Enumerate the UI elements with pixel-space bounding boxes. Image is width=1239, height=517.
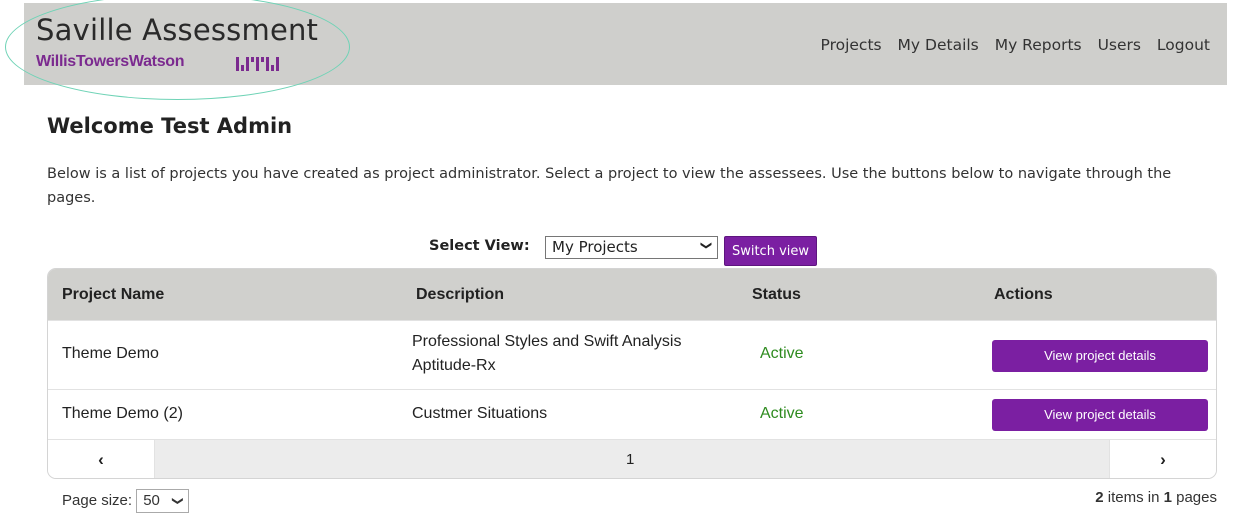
view-label: Select View: [429, 238, 530, 254]
nav-logout[interactable]: Logout [1157, 36, 1210, 54]
table-row[interactable]: Theme Demo (2) Custmer Situations Active… [48, 389, 1216, 440]
next-page-button[interactable]: › [1109, 440, 1216, 478]
nav-my-details[interactable]: My Details [898, 36, 979, 54]
items-count: 2 [1095, 489, 1104, 506]
project-description: Professional Styles and Swift Analysis [412, 333, 682, 350]
items-info-text: items in [1103, 489, 1164, 506]
page-number[interactable]: 1 [626, 451, 634, 468]
page-size-select[interactable]: 50 ❯ [136, 489, 190, 513]
project-name: Theme Demo [62, 345, 159, 362]
intro-text: Below is a list of projects you have cre… [47, 166, 1172, 206]
status-badge: Active [760, 405, 804, 422]
prev-page-button[interactable]: ‹ [48, 440, 155, 478]
view-project-details-button[interactable]: View project details [992, 399, 1208, 431]
column-description: Description [416, 286, 505, 303]
pager: ‹ 1 › [48, 439, 1216, 478]
items-info: 2 items in 1 pages [1095, 489, 1217, 506]
chevron-right-icon: › [1160, 450, 1166, 469]
project-description-line2: Aptitude-Rx [412, 357, 496, 374]
table-header: Project Name Description Status Actions [48, 269, 1216, 320]
brand-title: Saville Assessment [36, 13, 319, 47]
project-description: Custmer Situations [412, 405, 548, 422]
nav-my-reports[interactable]: My Reports [995, 36, 1082, 54]
page-size-control: Page size: 50 ❯ [62, 489, 190, 513]
chevron-left-icon: ‹ [98, 450, 104, 469]
view-project-details-button[interactable]: View project details [992, 340, 1208, 372]
nav-users[interactable]: Users [1098, 36, 1141, 54]
brand-subtitle: WillisTowersWatson [36, 53, 185, 70]
page-title: Welcome Test Admin [47, 114, 293, 138]
page-size-value: 50 [143, 492, 160, 509]
items-info-suffix: pages [1171, 489, 1217, 506]
nav-projects[interactable]: Projects [821, 36, 882, 54]
view-select-value: My Projects [552, 238, 638, 256]
top-nav: Projects My Details My Reports Users Log… [810, 36, 1211, 54]
switch-view-button[interactable]: Switch view [724, 236, 817, 266]
pages-count: 1 [1163, 489, 1172, 506]
chevron-down-icon: ❯ [171, 496, 184, 506]
page-size-label: Page size: [62, 491, 133, 509]
view-select[interactable]: My Projects ❯ [545, 236, 718, 259]
projects-table: Project Name Description Status Actions … [47, 268, 1217, 479]
column-status: Status [752, 286, 801, 303]
column-project-name: Project Name [62, 286, 165, 303]
chevron-down-icon: ❯ [699, 240, 713, 251]
table-row[interactable]: Theme Demo Professional Styles and Swift… [48, 320, 1216, 390]
wtw-logo-mark-icon [236, 57, 279, 71]
column-actions: Actions [994, 286, 1053, 303]
status-badge: Active [760, 345, 804, 362]
project-name: Theme Demo (2) [62, 405, 183, 422]
header-bar: Saville Assessment WillisTowersWatson Pr… [24, 3, 1227, 85]
